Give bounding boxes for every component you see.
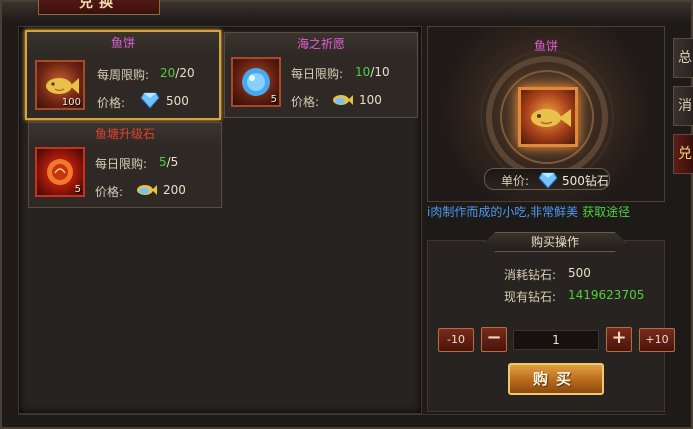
unit-price-label: 单价:: [501, 174, 530, 188]
plus-10-button[interactable]: +10: [639, 328, 675, 352]
limit-label: 每日限购:: [291, 67, 344, 81]
price-value: 200: [163, 183, 186, 197]
diamond-icon: [538, 172, 558, 189]
bottom-divider: [18, 414, 666, 415]
unit-price-value: 500钻石: [562, 174, 609, 188]
limit-value: 10/10: [355, 65, 390, 79]
side-tab-1[interactable]: 总: [673, 38, 693, 78]
pond-upgrade-stone-icon: 5: [35, 147, 85, 197]
fish-coin-icon: [333, 95, 353, 105]
price-label: 价格:: [97, 96, 126, 110]
price-value: 500: [166, 94, 189, 108]
fish-cake-icon: 100: [35, 60, 85, 110]
preview-title: 鱼饼: [533, 39, 558, 53]
buy-button[interactable]: 购买: [508, 363, 604, 395]
item-name: 鱼饼: [110, 36, 135, 50]
cost-value: 500: [568, 266, 591, 280]
item-count: 5: [74, 184, 81, 195]
side-tab-3[interactable]: 兑: [673, 134, 693, 174]
cost-label: 消耗钻石:: [504, 268, 557, 282]
price-label: 价格:: [291, 95, 320, 109]
price-label: 价格:: [95, 185, 124, 199]
preview-fish-cake-icon: [518, 87, 578, 147]
limit-value: 20/20: [160, 66, 195, 80]
diamond-icon: [140, 92, 160, 109]
item-card-pond-upgrade-stone[interactable]: 鱼塘升级石 5 每日限购: 5/5 价格: 200: [28, 122, 222, 208]
side-tab-2[interactable]: 消: [673, 86, 693, 126]
fish-coin-icon: [137, 185, 157, 195]
item-count: 5: [270, 94, 277, 105]
purchase-header: 购买操作: [484, 232, 626, 252]
price-value: 100: [359, 93, 382, 107]
window-title: 兑换: [38, 0, 160, 15]
description-text: i肉制作而成的小吃,非常鲜美: [427, 205, 579, 219]
owned-label: 现有钻石:: [504, 290, 557, 304]
plus-button[interactable]: +: [606, 327, 632, 352]
item-card-fish-cake[interactable]: 鱼饼 100 每周限购: 20/20 价格: 500: [25, 30, 221, 120]
sea-wish-icon: 5: [231, 57, 281, 107]
limit-value: 5/5: [159, 155, 179, 169]
item-card-sea-wish[interactable]: 海之祈愿 5 每日限购: 10/10 价格: 100: [224, 32, 418, 118]
source-link[interactable]: 获取途径: [582, 205, 630, 219]
item-name: 海之祈愿: [296, 37, 345, 51]
minus-button[interactable]: −: [481, 327, 507, 352]
item-count: 100: [61, 97, 81, 108]
limit-label: 每日限购:: [95, 157, 148, 171]
limit-label: 每周限购:: [97, 68, 150, 82]
fish-cake-icon-large: [531, 109, 571, 127]
item-name: 鱼塘升级石: [94, 127, 155, 141]
minus-10-button[interactable]: -10: [438, 328, 474, 352]
owned-value: 1419623705: [568, 288, 645, 302]
item-description: i肉制作而成的小吃,非常鲜美 获取途径: [427, 203, 677, 219]
quantity-input[interactable]: 1: [513, 330, 599, 350]
